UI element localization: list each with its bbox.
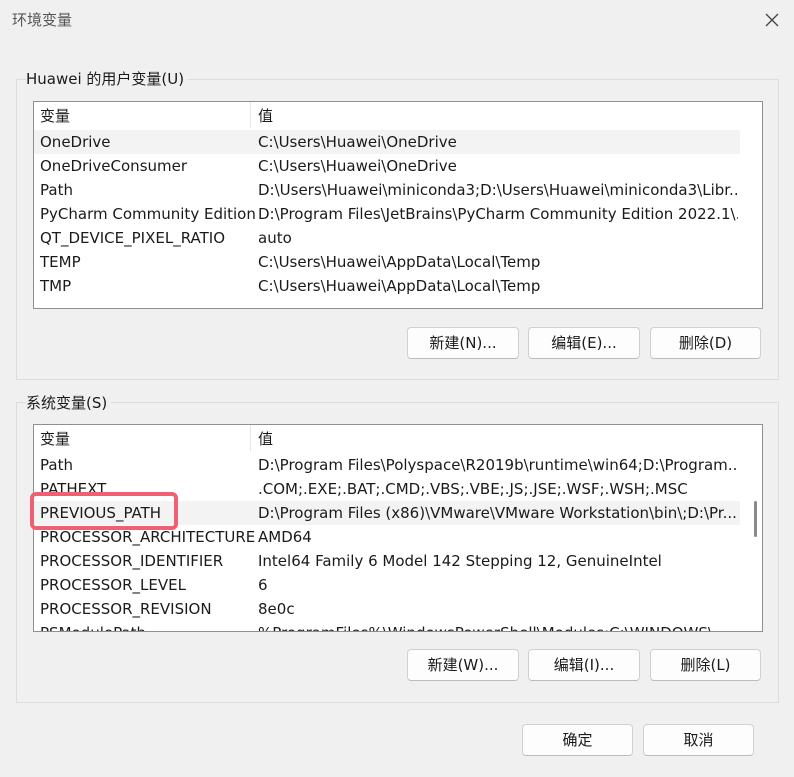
table-row[interactable]: OneDriveConsumer C:\Users\Huawei\OneDrive (34, 154, 740, 178)
variable-name-cell: QT_DEVICE_PIXEL_RATIO (40, 229, 226, 247)
table-row[interactable]: PROCESSOR_IDENTIFIER Intel64 Family 6 Mod… (34, 549, 740, 573)
variable-value-cell: C:\Users\Huawei\AppData\Local\Temp (258, 277, 541, 295)
variable-name-cell: PROCESSOR_IDENTIFIER (40, 552, 224, 570)
variable-name-cell: TEMP (40, 253, 81, 271)
variable-name-cell: PSModulePath (34, 621, 260, 631)
variable-value-cell: D:\Program Files\Polyspace\R2019b\runtim… (258, 456, 738, 474)
column-header-value[interactable]: 值 (252, 425, 273, 451)
scrollbar-thumb[interactable] (754, 501, 757, 537)
variable-name-cell: Path (40, 456, 73, 474)
title-bar: 环境变量 (0, 0, 794, 40)
window-title: 环境变量 (12, 11, 73, 29)
variable-value-cell: .COM;.EXE;.BAT;.CMD;.VBS;.VBE;.JS;.JSE;.… (258, 480, 688, 498)
scrollbar[interactable] (740, 425, 762, 631)
user-new-button[interactable]: 新建(N)... (407, 327, 519, 359)
table-row[interactable]: PROCESSOR_LEVEL 6 (34, 573, 740, 597)
table-row[interactable]: PSModulePath%ProgramFiles%\WindowsPowerS… (34, 621, 740, 631)
table-row[interactable]: PROCESSOR_REVISION 8e0c (34, 597, 740, 621)
variable-value-cell: C:\Users\Huawei\AppData\Local\Temp (258, 253, 541, 271)
variable-value-cell: 8e0c (258, 600, 295, 618)
close-icon (765, 13, 779, 27)
variable-name-cell: PROCESSOR_LEVEL (40, 576, 186, 594)
user-edit-button[interactable]: 编辑(E)... (528, 327, 640, 359)
variable-name-cell: OneDrive (40, 133, 111, 151)
variable-name-cell: TMP (40, 277, 72, 295)
variable-value-cell: C:\Users\Huawei\OneDrive (258, 157, 457, 175)
system-variables-label: 系统变量(S) (26, 392, 112, 413)
variable-value-cell: auto (258, 229, 292, 247)
table-row[interactable]: Path D:\Users\Huawei\miniconda3;D:\Users\… (34, 178, 740, 202)
user-variables-label: Huawei 的用户变量(U) (26, 68, 189, 89)
ok-button[interactable]: 确定 (522, 724, 633, 756)
variable-name-cell: PyCharm Community Edition (40, 205, 256, 223)
variable-name-cell: Path (40, 181, 73, 199)
table-row[interactable]: TMP C:\Users\Huawei\AppData\Local\Temp (34, 274, 740, 298)
close-button[interactable] (750, 0, 794, 40)
variable-value-cell: D:\Users\Huawei\miniconda3;D:\Users\Huaw… (258, 181, 738, 199)
variable-value-cell: 6 (258, 576, 268, 594)
variable-value-cell: D:\Program Files\JetBrains\PyCharm Commu… (258, 205, 738, 223)
table-row[interactable]: Path D:\Program Files\Polyspace\R2019b\ru… (34, 453, 740, 477)
user-delete-button[interactable]: 删除(D) (650, 327, 761, 359)
variable-value-cell: AMD64 (258, 528, 312, 546)
list-header: 变量 值 (34, 102, 740, 129)
cancel-button[interactable]: 取消 (643, 724, 754, 756)
system-delete-button[interactable]: 删除(L) (650, 649, 761, 681)
column-header-variable[interactable]: 变量 (34, 102, 251, 128)
variable-value-cell: %ProgramFiles%\WindowsPowerShell\Modules… (252, 621, 738, 631)
table-row[interactable]: TEMP C:\Users\Huawei\AppData\Local\Temp (34, 250, 740, 274)
variable-value-cell: D:\Program Files (x86)\VMware\VMware Wor… (258, 504, 737, 522)
highlight-box (30, 492, 178, 530)
list-header: 变量 值 (34, 425, 740, 452)
table-row[interactable]: QT_DEVICE_PIXEL_RATIO auto (34, 226, 740, 250)
table-row[interactable]: OneDrive C:\Users\Huawei\OneDrive (34, 130, 740, 154)
column-header-value[interactable]: 值 (252, 102, 273, 128)
variable-name-cell: PROCESSOR_REVISION (40, 600, 212, 618)
column-header-variable[interactable]: 变量 (34, 425, 251, 451)
table-row[interactable]: PyCharm Community Edition D:\Program File… (34, 202, 740, 226)
system-new-button[interactable]: 新建(W)... (407, 649, 519, 681)
variable-value-cell: Intel64 Family 6 Model 142 Stepping 12, … (258, 552, 662, 570)
system-edit-button[interactable]: 编辑(I)... (528, 649, 640, 681)
variable-name-cell: OneDriveConsumer (40, 157, 188, 175)
variable-value-cell: C:\Users\Huawei\OneDrive (258, 133, 457, 151)
scrollbar[interactable] (740, 102, 762, 308)
user-variables-list[interactable]: 变量 值 OneDrive C:\Users\Huawei\OneDrive One… (33, 101, 763, 309)
